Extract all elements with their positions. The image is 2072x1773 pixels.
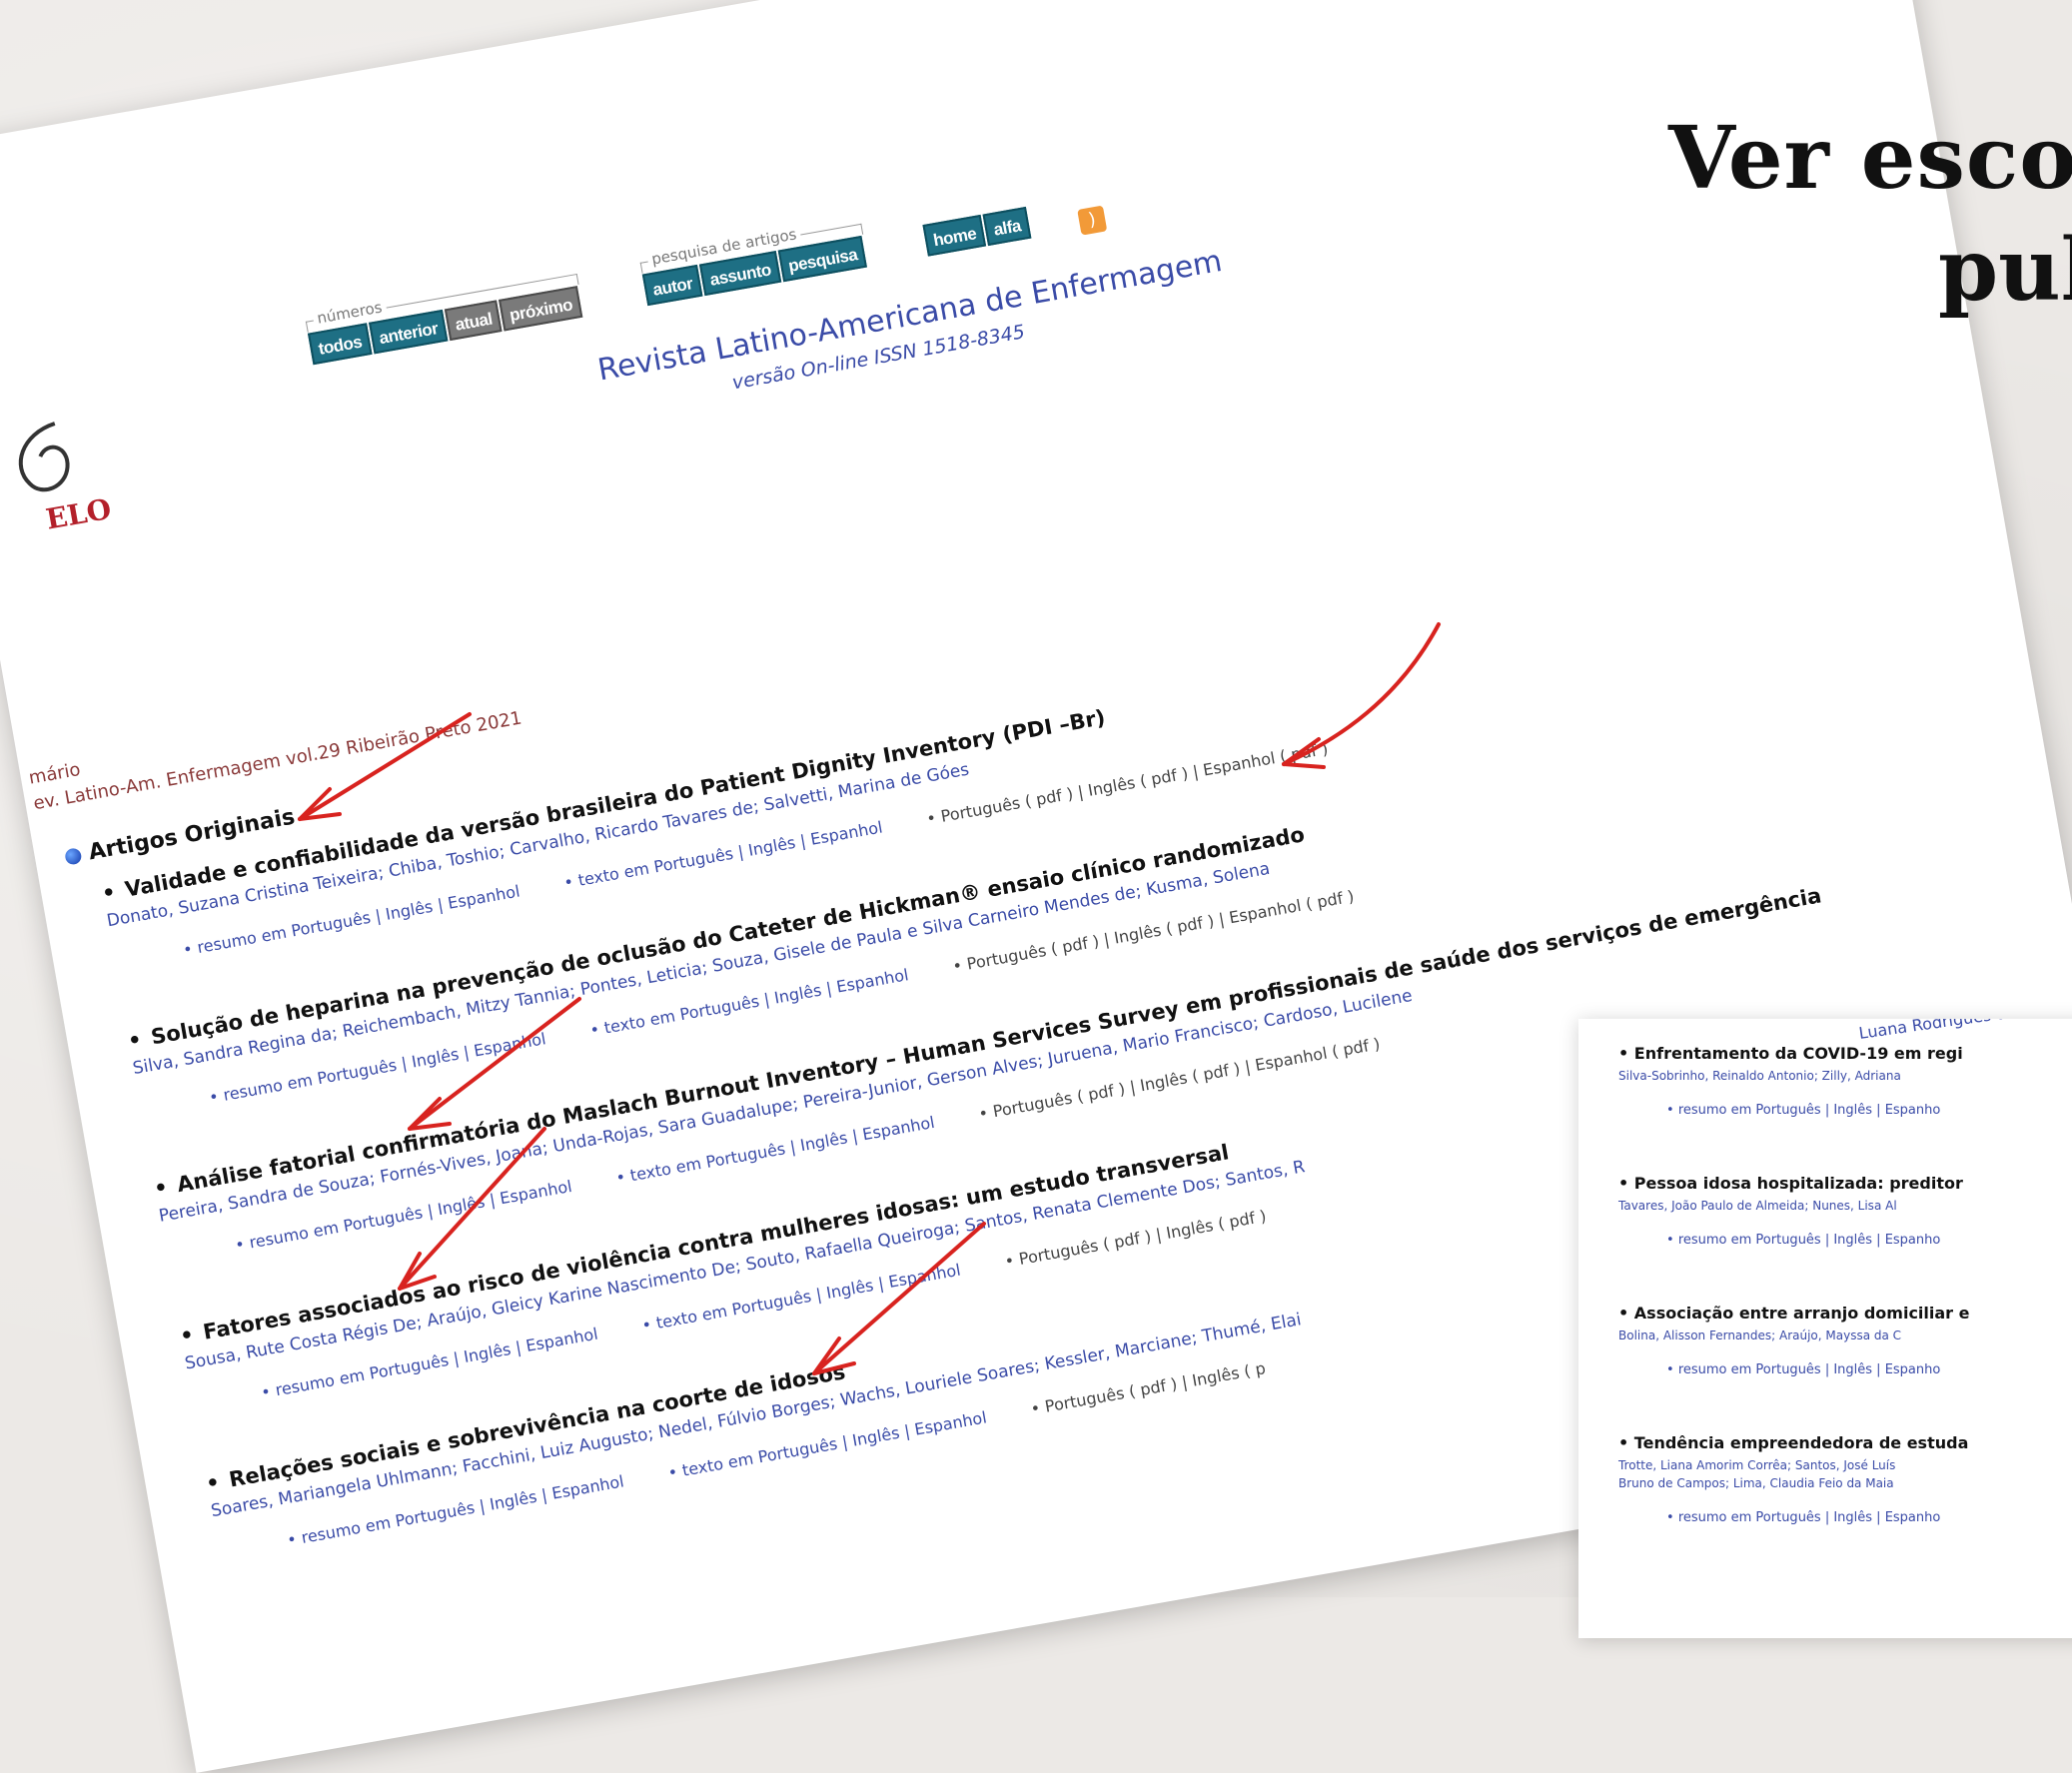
article-title[interactable]: • Tendência empreendedora de estuda xyxy=(1618,1433,2072,1452)
bullet-dot-icon xyxy=(64,847,83,866)
article-authors[interactable]: Tavares, João Paulo de Almeida; Nunes, L… xyxy=(1618,1199,2072,1213)
article-title[interactable]: • Associação entre arranjo domiciliar e xyxy=(1618,1304,2072,1323)
article-authors[interactable]: Trotte, Liana Amorim Corrêa; Santos, Jos… xyxy=(1618,1458,2072,1472)
pdf-links[interactable]: Português ( pdf ) | Inglês ( pdf ) | Esp… xyxy=(939,739,1329,826)
secondary-screenshot: Luana Rodrigues de • Enfrentamento da CO… xyxy=(1578,1019,2072,1638)
article-title[interactable]: • Enfrentamento da COVID-19 em regi xyxy=(1618,1044,2072,1063)
article-authors[interactable]: Silva-Sobrinho, Reinaldo Antonio; Zilly,… xyxy=(1618,1069,2072,1083)
alfa-button[interactable]: alfa xyxy=(982,206,1032,247)
resumo-links[interactable]: • resumo em Português | Inglês | Espanho xyxy=(1666,1233,2072,1248)
nav-group-pesquisa: pesquisa de artigos autor assunto pesquisa xyxy=(639,223,870,307)
article-authors[interactable]: Bolina, Alisson Fernandes; Araújo, Mayss… xyxy=(1618,1329,2072,1342)
list-item: • Pessoa idosa hospitalizada: preditor T… xyxy=(1618,1174,2072,1248)
scielo-logo: ELO xyxy=(0,411,119,546)
breadcrumb-issue: ev. Latino-Am. Enfermagem vol.29 Ribeirã… xyxy=(31,707,523,815)
home-button[interactable]: home xyxy=(922,214,987,257)
page-heading-line2: pul xyxy=(1938,220,2072,321)
page-heading-line1: Ver esco xyxy=(1668,108,2072,209)
nav-group-misc: home alfa xyxy=(922,206,1033,257)
list-item: • Associação entre arranjo domiciliar e … xyxy=(1618,1304,2072,1377)
breadcrumb-sumario[interactable]: mário xyxy=(27,759,82,789)
pdf-links[interactable]: Português ( pdf ) | Inglês ( pdf ) | Esp… xyxy=(965,887,1355,974)
article-title[interactable]: • Pessoa idosa hospitalizada: preditor xyxy=(1618,1174,2072,1193)
fragment-authors: Luana Rodrigues de xyxy=(1857,1019,2018,1043)
pdf-links[interactable]: Português ( pdf ) | Inglês ( pdf ) | Esp… xyxy=(991,1034,1381,1121)
resumo-links[interactable]: • resumo em Português | Inglês | Espanho xyxy=(1666,1510,2072,1525)
nav-group-numeros: números todos anterior atual próximo xyxy=(305,273,584,366)
rss-icon[interactable]: ) xyxy=(1077,205,1108,236)
list-item: • Enfrentamento da COVID-19 em regi Silv… xyxy=(1618,1044,2072,1118)
list-item: • Tendência empreendedora de estuda Trot… xyxy=(1618,1433,2072,1525)
resumo-links[interactable]: • resumo em Português | Inglês | Espanho xyxy=(1666,1362,2072,1377)
article-authors-cont[interactable]: Bruno de Campos; Lima, Claudia Feio da M… xyxy=(1618,1476,2072,1490)
resumo-links[interactable]: • resumo em Português | Inglês | Espanho xyxy=(1666,1103,2072,1118)
